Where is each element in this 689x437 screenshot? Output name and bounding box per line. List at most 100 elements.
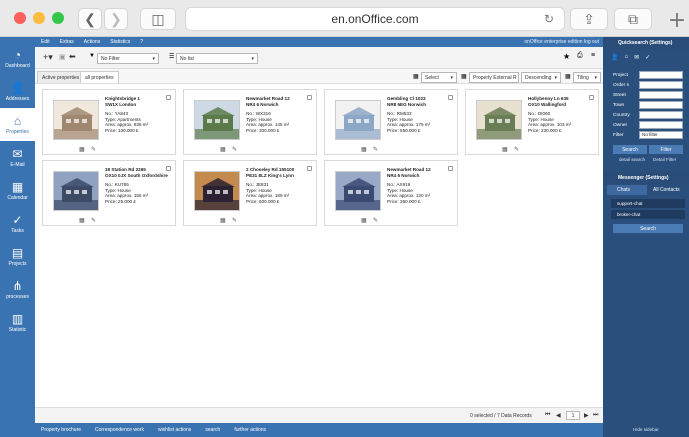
quicksearch-field-input[interactable] <box>639 111 683 119</box>
property-card[interactable]: Gembling Cl 1023 NR8 6EG Norwich No.: RM53… <box>324 89 458 155</box>
calculator-icon[interactable]: ▦ <box>361 217 367 224</box>
select-checkbox[interactable] <box>166 166 171 171</box>
view-select[interactable]: Tiling ▾ <box>573 72 601 83</box>
address-bar[interactable]: en.onOffice.com ↻ <box>185 7 565 31</box>
tab-active-properties[interactable]: Active properties <box>37 71 85 83</box>
calculator-icon[interactable]: ▦ <box>79 146 85 153</box>
edit-icon[interactable]: ✎ <box>373 146 378 153</box>
envelope-icon[interactable]: ✉ <box>634 54 639 64</box>
nav-item-email[interactable]: ✉ E-Mail <box>0 141 35 174</box>
add-icon[interactable]: +▾ <box>43 52 53 63</box>
back-button[interactable]: ❮ <box>78 8 102 30</box>
nav-item-calendar[interactable]: ▦ Calendar <box>0 174 35 207</box>
menu-item[interactable]: Extras <box>60 39 74 45</box>
property-photo[interactable] <box>335 171 381 211</box>
nav-item-addresses[interactable]: 👤 Addresses <box>0 75 35 108</box>
select-checkbox[interactable] <box>307 166 312 171</box>
property-card[interactable]: 2 Choseley Rd 155100 PE31 8LZ King's Lynn… <box>183 160 317 226</box>
property-card[interactable]: Hollybenny Ln 635 OX10 Wallingford No.: OI… <box>465 89 599 155</box>
quicksearch-filter-button[interactable]: Filter <box>649 145 683 154</box>
nav-item-dashboard[interactable]: ◔ Dashboard <box>0 42 35 75</box>
calculator-icon[interactable]: ▦ <box>220 146 226 153</box>
nav-item-projects[interactable]: ▤ Projects <box>0 240 35 273</box>
quicksearch-search-button[interactable]: Search <box>613 145 647 154</box>
quicksearch-field-input[interactable] <box>639 121 683 129</box>
select-checkbox[interactable] <box>448 95 453 100</box>
hide-sidebar-link[interactable]: Hide sidebar <box>633 427 659 432</box>
edit-icon[interactable]: ✎ <box>514 146 519 153</box>
edit-icon[interactable]: ✎ <box>373 217 378 224</box>
property-photo[interactable] <box>53 100 99 140</box>
edit-icon[interactable]: ✎ <box>91 217 96 224</box>
contacts-tab[interactable]: All Contacts <box>647 185 687 195</box>
order-select[interactable]: Descending ▾ <box>521 72 561 83</box>
new-tab-icon[interactable]: + <box>665 10 689 34</box>
property-card[interactable]: Newmarket Road 12 NR4 6 Norwich No.: AX919… <box>324 160 458 226</box>
quicksearch-field-input[interactable] <box>639 101 683 109</box>
edit-icon[interactable]: ✎ <box>91 146 96 153</box>
list-select[interactable]: No list ▾ <box>176 53 258 64</box>
quicksearch-field-input[interactable]: No filter <box>639 131 683 139</box>
select-checkbox[interactable] <box>307 95 312 100</box>
chat-item[interactable]: support-chat <box>611 199 685 208</box>
tab-all-properties[interactable]: all properties <box>80 71 119 83</box>
chats-tab[interactable]: Chats <box>607 185 647 195</box>
property-photo[interactable] <box>194 100 240 140</box>
select-checkbox[interactable] <box>166 95 171 100</box>
menu-item[interactable]: ? <box>140 39 143 45</box>
check-icon[interactable]: ✓ <box>645 54 650 64</box>
prev-page-icon[interactable]: ◀ <box>556 412 561 419</box>
select-dropdown[interactable]: Select ▾ <box>421 72 457 83</box>
calculator-icon[interactable]: ▦ <box>361 146 367 153</box>
minimize-window-icon[interactable] <box>33 12 45 24</box>
house-icon[interactable]: ⌂ <box>624 54 628 64</box>
property-photo[interactable] <box>476 100 522 140</box>
share-button[interactable]: ⇪ <box>570 8 608 30</box>
quicksearch-field-input[interactable] <box>639 81 683 89</box>
last-page-icon[interactable]: ⏭ <box>593 412 598 419</box>
detail-search-link[interactable]: detail search <box>619 157 645 162</box>
close-window-icon[interactable] <box>14 12 26 24</box>
person-icon[interactable]: 👤 <box>611 54 618 64</box>
page-input[interactable]: 1 <box>566 411 580 420</box>
property-photo[interactable] <box>194 171 240 211</box>
star-icon[interactable]: ★ <box>563 52 570 61</box>
filter-select[interactable]: No Filter ▾ <box>97 53 159 64</box>
quicksearch-field-input[interactable] <box>639 91 683 99</box>
save-icon[interactable]: ▣ <box>59 53 66 61</box>
edit-icon[interactable]: ✎ <box>232 146 237 153</box>
property-photo[interactable] <box>53 171 99 211</box>
first-page-icon[interactable]: ⏮ <box>545 412 550 419</box>
menu-item[interactable]: Actions <box>84 39 100 45</box>
property-card[interactable]: Newmarket Road 12 NR4 6 Norwich No.: WX316… <box>183 89 317 155</box>
next-page-icon[interactable]: ▶ <box>584 412 589 419</box>
sort-field-select[interactable]: Property External R <box>469 72 519 83</box>
edition-logout[interactable]: onOffice enterprise edition log out <box>524 39 599 45</box>
property-card[interactable]: Knightsbridge 1 SW1X London No.: YA843 Type… <box>42 89 176 155</box>
nav-item-statistic[interactable]: ▥ Statistic <box>0 306 35 339</box>
property-card[interactable]: 18 Station Rd 2265 OX10 0JX South Oxfords… <box>42 160 176 226</box>
reload-icon[interactable]: ↻ <box>544 12 554 26</box>
messenger-header[interactable]: Messenger (Settings) <box>603 172 689 184</box>
bottom-action-3[interactable]: search <box>205 427 220 433</box>
calculator-icon[interactable]: ▦ <box>79 217 85 224</box>
maximize-window-icon[interactable] <box>52 12 64 24</box>
nav-item-tasks[interactable]: ✓ Tasks <box>0 207 35 240</box>
calculator-icon[interactable]: ▦ <box>220 217 226 224</box>
arrow-back-icon[interactable]: ⬅ <box>69 52 76 61</box>
bottom-action-1[interactable]: Correspondence work <box>95 427 144 433</box>
nav-item-processes[interactable]: ⋔ processes <box>0 273 35 306</box>
select-checkbox[interactable] <box>448 166 453 171</box>
detail-filter-link[interactable]: Detail Filter <box>653 157 676 162</box>
select-checkbox[interactable] <box>589 95 594 100</box>
nav-item-properties[interactable]: ⌂ Properties <box>0 108 35 141</box>
forward-button[interactable]: ❯ <box>104 8 128 30</box>
quicksearch-field-input[interactable] <box>639 71 683 79</box>
messenger-search-button[interactable]: Search <box>613 224 683 233</box>
edit-icon[interactable]: ✎ <box>232 217 237 224</box>
menu-icon[interactable]: ≡ <box>591 52 595 59</box>
tabs-button[interactable]: ⧉ <box>614 8 652 30</box>
bottom-action-0[interactable]: Property brochure <box>41 427 81 433</box>
calculator-icon[interactable]: ▦ <box>502 146 508 153</box>
property-photo[interactable] <box>335 100 381 140</box>
